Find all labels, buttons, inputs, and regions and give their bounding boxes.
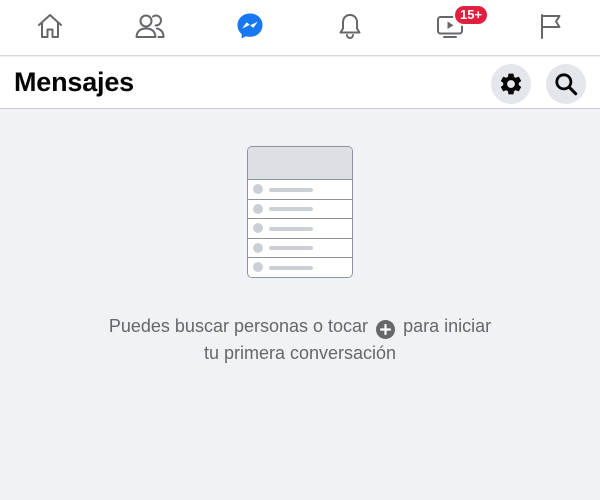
nav-notifications[interactable] — [328, 6, 372, 46]
illustration-dot — [253, 262, 263, 272]
messenger-icon — [237, 13, 263, 39]
empty-inbox-illustration — [247, 146, 353, 278]
empty-state-line-1: Puedes buscar personas o tocar para inic… — [0, 313, 600, 340]
nav-pages[interactable] — [528, 6, 572, 46]
illustration-line — [269, 187, 313, 192]
empty-state-line-2: tu primera conversación — [203, 343, 397, 363]
illustration-dot — [253, 242, 263, 253]
illustration-line — [269, 207, 313, 211]
illustration-row — [248, 200, 352, 219]
settings-button[interactable] — [491, 64, 531, 104]
plus-circle-icon — [376, 320, 396, 339]
illustration-line — [269, 265, 313, 270]
nav-watch[interactable]: 15+ — [428, 4, 490, 46]
messages-header: Mensajes — [0, 57, 600, 109]
illustration-header — [248, 147, 352, 180]
bell-icon — [339, 14, 361, 39]
gear-icon — [500, 73, 522, 95]
flag-icon — [541, 14, 561, 39]
nav-friends[interactable] — [128, 6, 172, 46]
illustration-row — [248, 219, 352, 239]
top-navigation-bar: 15+ — [0, 0, 600, 56]
nav-messenger[interactable] — [228, 6, 272, 46]
illustration-row — [248, 258, 352, 277]
empty-state-text-after-icon: para iniciar — [403, 316, 492, 336]
home-icon — [38, 14, 62, 38]
empty-state-message: Puedes buscar personas o tocar para inic… — [0, 313, 600, 367]
empty-state-text-before-icon: Puedes buscar personas o tocar — [108, 316, 369, 336]
illustration-line — [269, 226, 313, 231]
illustration-dot — [253, 223, 263, 233]
friends-icon — [135, 14, 165, 38]
illustration-line — [269, 246, 313, 250]
search-icon — [555, 73, 578, 96]
illustration-row — [248, 239, 352, 258]
illustration-row — [248, 180, 352, 200]
search-button[interactable] — [546, 64, 586, 104]
illustration-dot — [253, 203, 263, 214]
illustration-dot — [253, 184, 263, 194]
page-title: Mensajes — [14, 67, 134, 97]
watch-notification-badge: 15+ — [453, 4, 490, 26]
nav-home[interactable] — [28, 6, 72, 46]
